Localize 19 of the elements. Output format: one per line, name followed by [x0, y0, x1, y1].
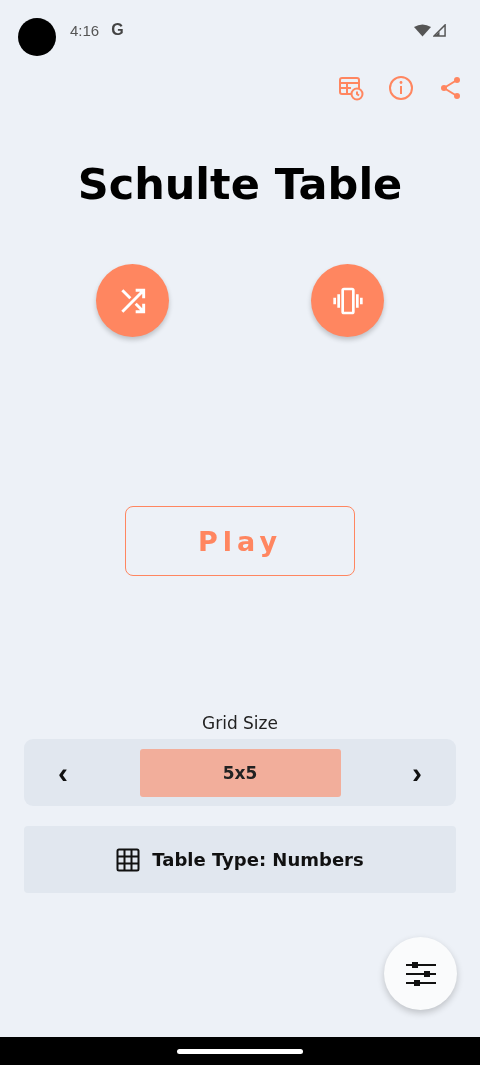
previous-button[interactable]: ‹ [48, 757, 78, 788]
signal-icon [433, 23, 446, 37]
shuffle-button[interactable] [96, 264, 169, 337]
vibration-button[interactable] [311, 264, 384, 337]
table-type-button[interactable]: Table Type: Numbers [24, 826, 456, 893]
camera-dot [18, 18, 56, 56]
info-icon [388, 75, 414, 101]
home-handle[interactable] [177, 1048, 303, 1054]
app-title: Schulte Table [76, 158, 404, 211]
status-time: 4:16 [70, 21, 100, 39]
settings-button[interactable] [384, 937, 457, 1010]
notification-text: G [111, 21, 124, 39]
grid-size-label: Grid Size [201, 712, 279, 735]
sliders-icon [404, 960, 437, 987]
grid-size-value: 5x5 [139, 748, 341, 797]
next-button[interactable]: › [402, 757, 432, 788]
table-clock-icon [338, 75, 364, 101]
grid-icon [116, 847, 141, 872]
wifi-icon [414, 23, 431, 37]
